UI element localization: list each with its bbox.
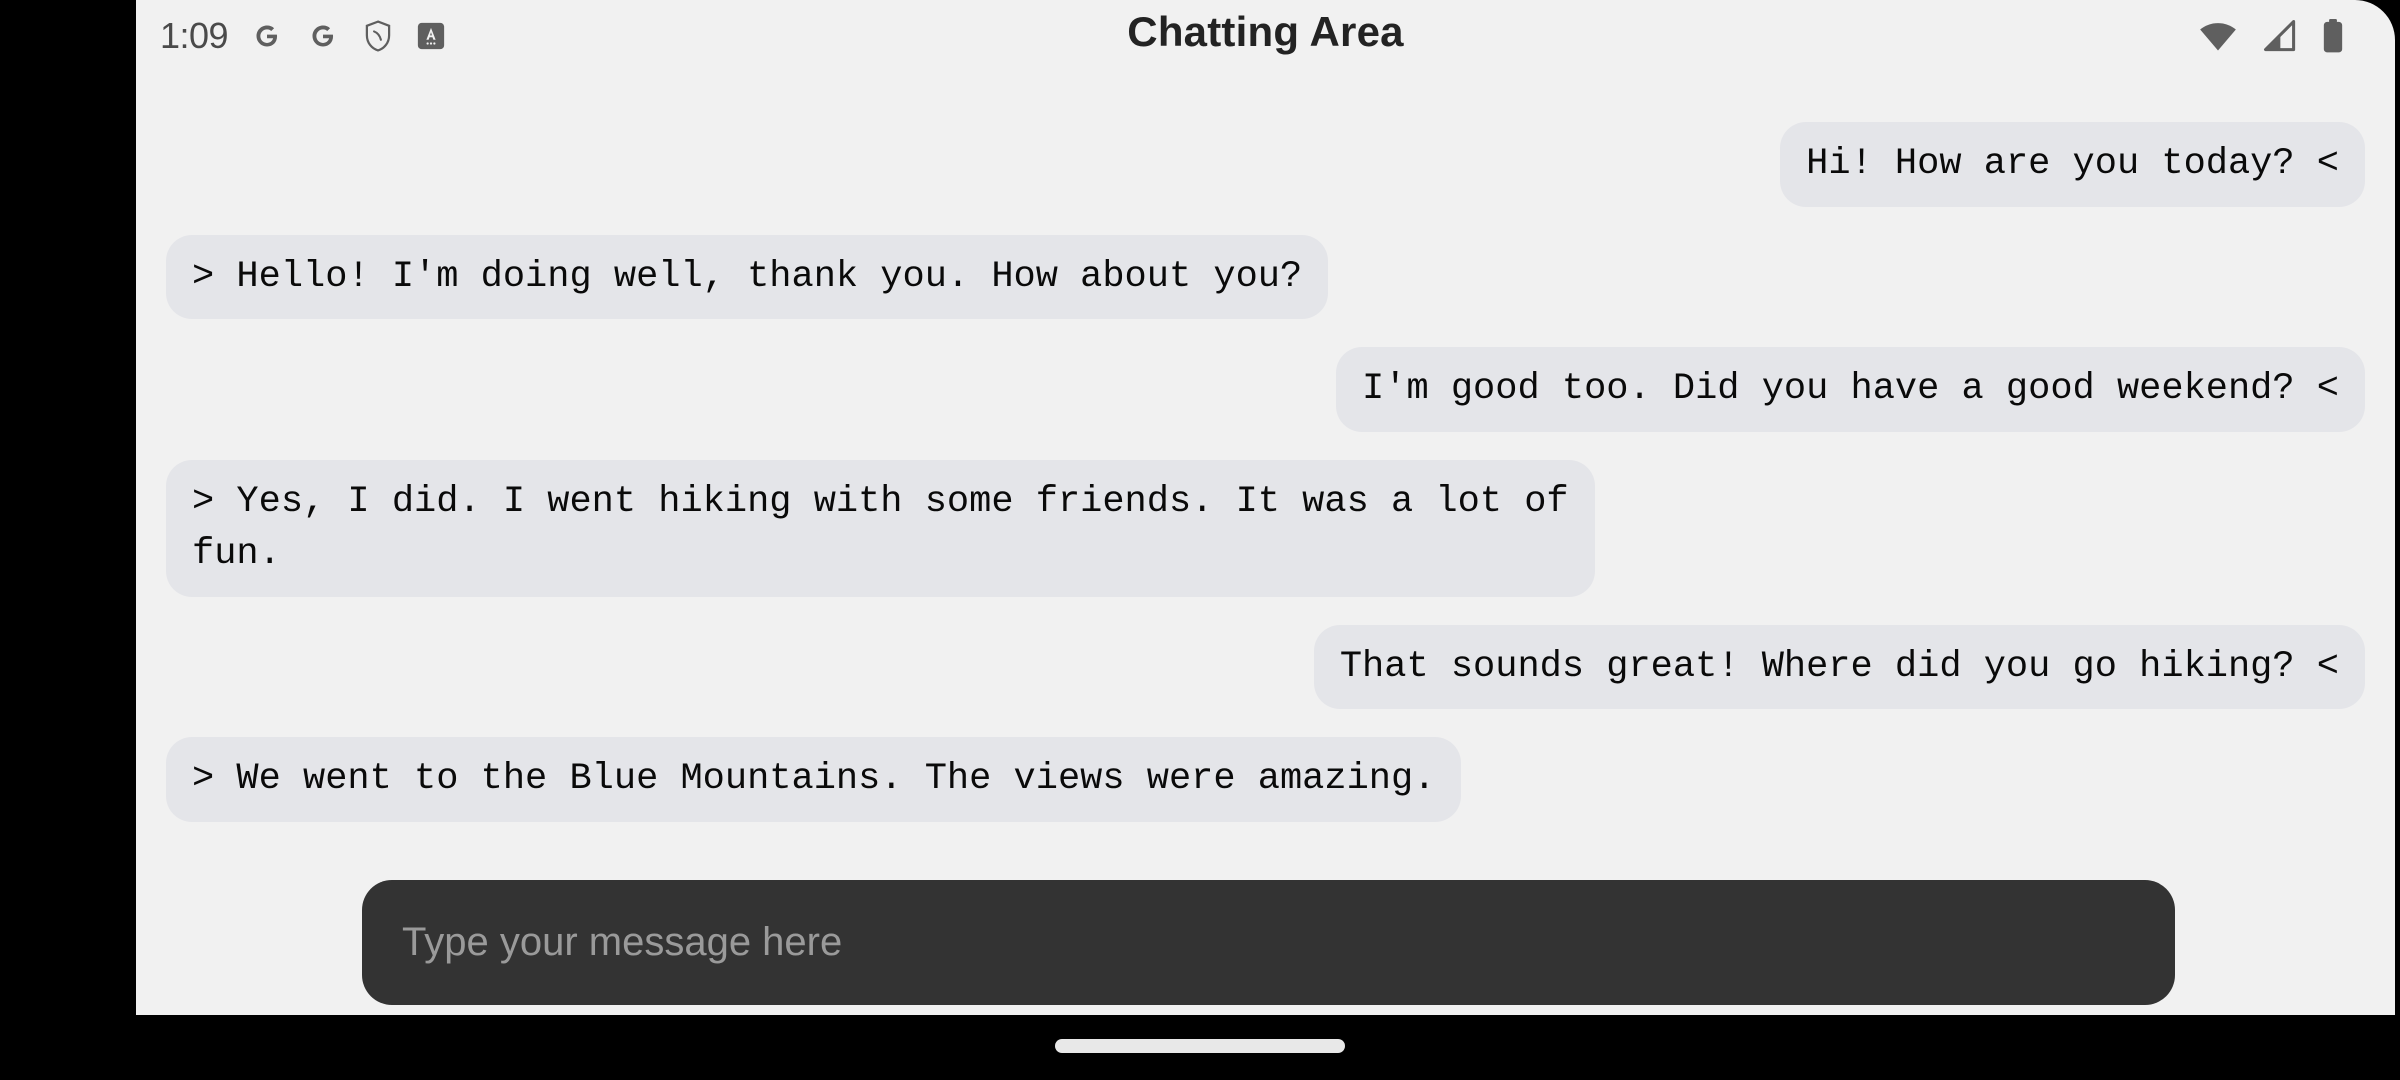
chat-message-row: Hi! How are you today? <	[136, 122, 2395, 207]
chat-message-row: > Yes, I did. I went hiking with some fr…	[136, 459, 2395, 597]
chat-bubble-outgoing[interactable]: Hi! How are you today? <	[1780, 122, 2365, 207]
app-surface: 1:09 Chatting Area Hi! How are you today…	[136, 0, 2395, 1015]
chat-message-list[interactable]: Hi! How are you today? < > Hello! I'm do…	[136, 72, 2395, 1015]
chat-bubble-incoming[interactable]: > We went to the Blue Mountains. The vie…	[166, 737, 1462, 822]
chat-bubble-outgoing[interactable]: I'm good too. Did you have a good weeken…	[1336, 347, 2365, 432]
chat-bubble-outgoing[interactable]: That sounds great! Where did you go hiki…	[1313, 624, 2365, 710]
system-navigation-bar	[0, 1015, 2400, 1080]
chat-message-row: > Hello! I'm doing well, thank you. How …	[136, 234, 2395, 320]
chat-message-row: That sounds great! Where did you go hiki…	[136, 624, 2395, 710]
message-composer[interactable]	[362, 880, 2175, 1005]
device-screen: 1:09 Chatting Area Hi! How are you today…	[0, 0, 2400, 1080]
chat-bubble-incoming[interactable]: > Yes, I did. I went hiking with some fr…	[166, 459, 1595, 597]
chat-message-row: I'm good too. Did you have a good weeken…	[136, 347, 2395, 432]
home-indicator[interactable]	[1055, 1039, 1345, 1053]
chat-bubble-incoming[interactable]: > Hello! I'm doing well, thank you. How …	[166, 234, 1329, 320]
message-input[interactable]	[400, 919, 2137, 966]
chat-message-row: > We went to the Blue Mountains. The vie…	[136, 737, 2395, 822]
page-title: Chatting Area	[1127, 8, 1404, 55]
